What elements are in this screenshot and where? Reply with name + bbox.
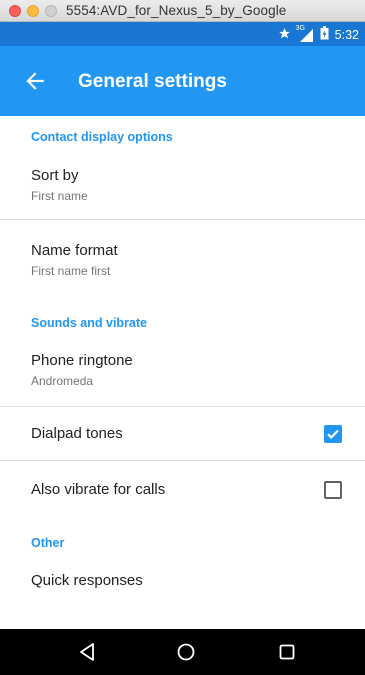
pref-summary: Andromeda <box>31 374 94 388</box>
pref-name-format[interactable]: Name format First name first <box>0 220 365 300</box>
section-header-contact-display: Contact display options <box>31 130 173 144</box>
pref-title: Phone ringtone <box>31 352 133 369</box>
window-minimize-button[interactable] <box>27 5 39 17</box>
pref-summary: First name <box>31 189 88 203</box>
pref-title: Also vibrate for calls <box>31 481 166 498</box>
window-close-button[interactable] <box>9 5 21 17</box>
nav-recents-icon <box>279 644 295 660</box>
nav-recents-button[interactable] <box>275 640 299 664</box>
dialpad-tones-checkbox[interactable] <box>324 425 342 443</box>
pref-title: Dialpad tones <box>31 425 123 442</box>
pref-phone-ringtone[interactable]: Phone ringtone Andromeda <box>0 340 365 406</box>
pref-title: Name format <box>31 242 118 259</box>
section-header-other: Other <box>31 536 65 550</box>
page-title: General settings <box>78 71 227 92</box>
pref-vibrate-for-calls[interactable]: Also vibrate for calls <box>0 461 365 517</box>
pref-summary: First name first <box>31 264 111 278</box>
checkmark-icon <box>327 429 339 439</box>
vibrate-for-calls-checkbox[interactable] <box>324 481 342 499</box>
window-title: 5554:AVD_for_Nexus_5_by_Google <box>66 3 287 18</box>
navigation-bar <box>0 629 365 675</box>
signal-icon: 3G <box>296 25 314 42</box>
nav-home-icon <box>177 643 195 661</box>
pref-sort-by[interactable]: Sort by First name <box>0 154 365 219</box>
pref-title: Sort by <box>31 167 79 184</box>
star-icon <box>278 27 291 43</box>
pref-dialpad-tones[interactable]: Dialpad tones <box>0 407 365 460</box>
nav-home-button[interactable] <box>174 640 198 664</box>
status-time: 5:32 <box>334 27 359 42</box>
battery-icon <box>320 26 329 43</box>
app-bar: General settings <box>0 46 365 116</box>
nav-back-icon <box>80 643 94 661</box>
section-header-sounds-vibrate: Sounds and vibrate <box>31 316 147 330</box>
nav-back-button[interactable] <box>76 640 100 664</box>
window-zoom-button[interactable] <box>45 5 57 17</box>
pref-title: Quick responses <box>31 572 143 589</box>
status-bar: 3G 5:32 <box>0 22 365 46</box>
settings-list: Contact display options Sort by First na… <box>0 116 365 629</box>
pref-quick-responses[interactable]: Quick responses <box>0 560 365 612</box>
arrow-back-icon <box>26 72 44 90</box>
window-titlebar: 5554:AVD_for_Nexus_5_by_Google <box>0 0 365 22</box>
back-button[interactable] <box>22 68 48 94</box>
